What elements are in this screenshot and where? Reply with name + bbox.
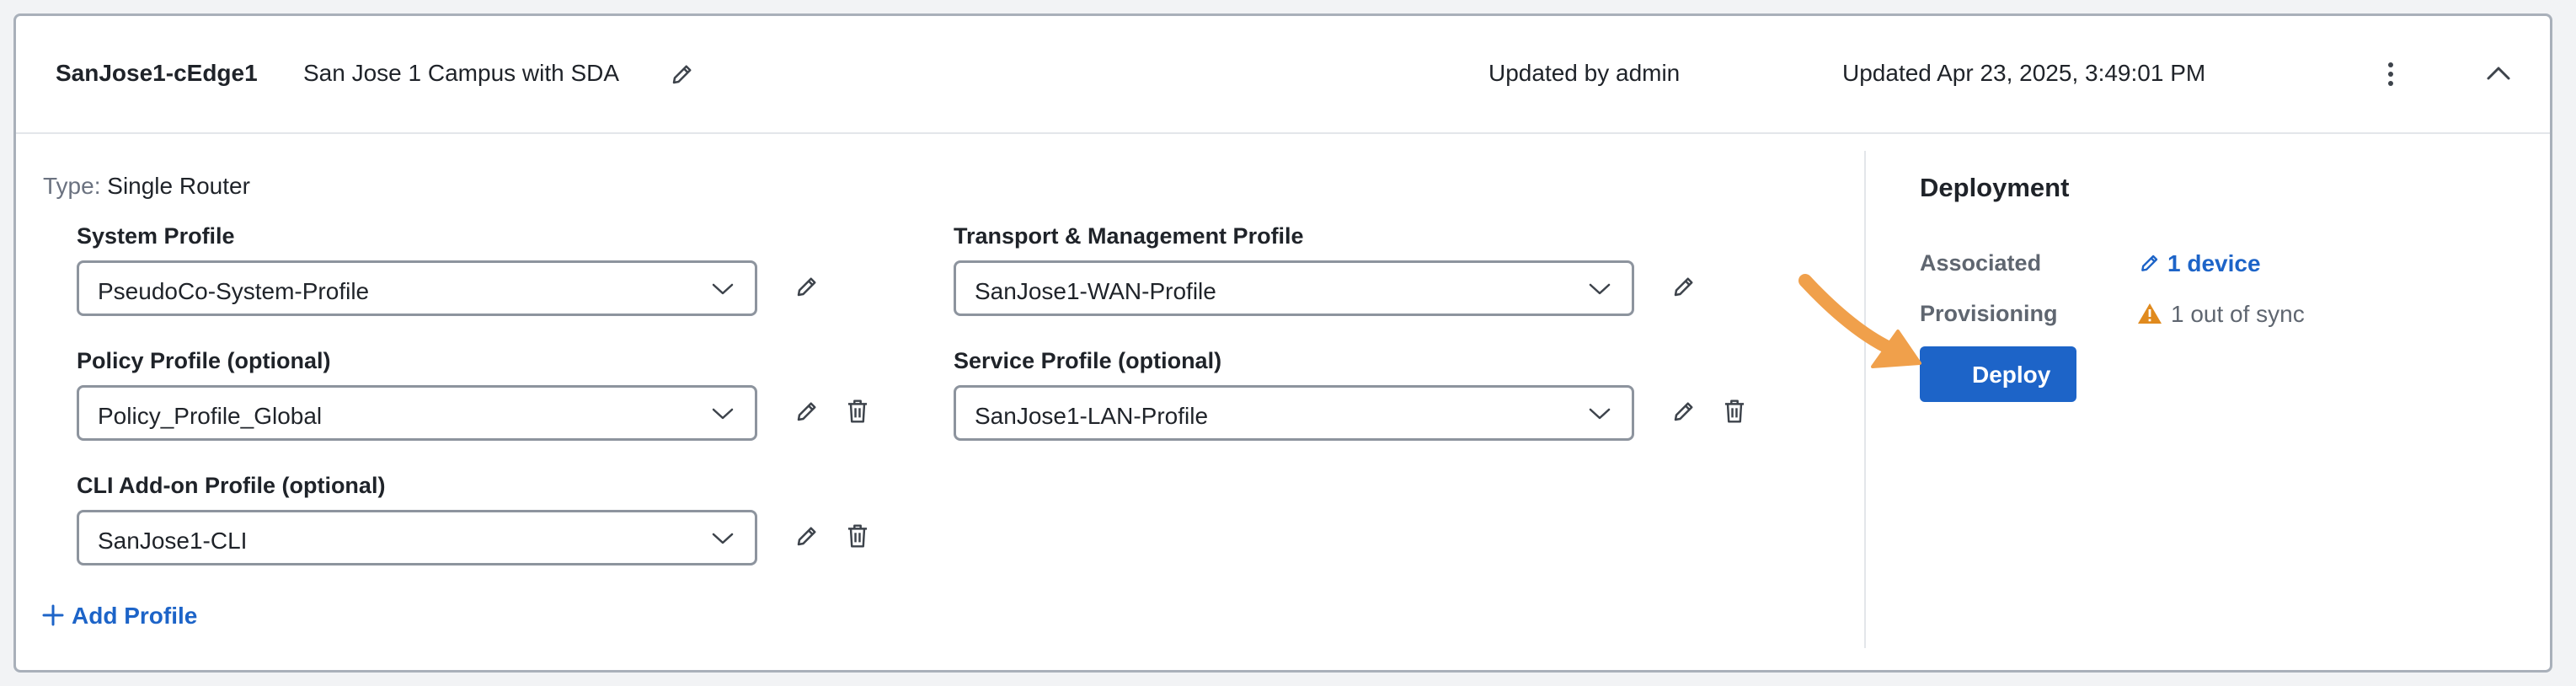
deploy-button[interactable]: Deploy	[1920, 346, 2076, 402]
updated-by-text: Updated by admin	[1488, 60, 1681, 86]
associated-value: 1 device	[2167, 250, 2261, 276]
pencil-icon[interactable]	[1671, 399, 1697, 424]
provisioning-label: Provisioning	[1920, 301, 2058, 326]
transport-profile-select[interactable]: SanJose1-WAN-Profile	[954, 260, 1634, 316]
system-profile-select[interactable]: PseudoCo-System-Profile	[77, 260, 757, 316]
type-value: Single Router	[107, 173, 250, 199]
provisioning-status: 1 out of sync	[2137, 301, 2305, 328]
cli-profile-label: CLI Add-on Profile (optional)	[77, 473, 386, 498]
system-profile-value: PseudoCo-System-Profile	[98, 278, 370, 304]
policy-profile-select[interactable]: Policy_Profile_Global	[77, 385, 757, 441]
cli-profile-select[interactable]: SanJose1-CLI	[77, 510, 757, 565]
pencil-icon[interactable]	[794, 523, 820, 549]
transport-profile-value: SanJose1-WAN-Profile	[975, 278, 1216, 304]
chevron-down-icon	[1589, 408, 1611, 420]
plus-icon	[42, 604, 64, 626]
transport-profile-label: Transport & Management Profile	[954, 223, 1304, 249]
card-header: SanJose1-cEdge1 San Jose 1 Campus with S…	[16, 16, 2550, 134]
annotation-arrow-icon	[1798, 274, 1921, 368]
device-name: SanJose1-cEdge1	[56, 60, 258, 86]
chevron-up-icon[interactable]	[2484, 63, 2513, 83]
associated-devices-link[interactable]: 1 device	[2139, 250, 2261, 277]
add-profile-button[interactable]: Add Profile	[41, 603, 197, 630]
associated-label: Associated	[1920, 250, 2042, 276]
warning-icon	[2138, 303, 2162, 324]
service-profile-select[interactable]: SanJose1-LAN-Profile	[954, 385, 1634, 441]
chevron-down-icon	[712, 533, 734, 544]
pencil-icon[interactable]	[670, 62, 695, 87]
trash-icon[interactable]	[845, 398, 870, 425]
deploy-button-label: Deploy	[1972, 362, 2051, 388]
pencil-icon	[2141, 255, 2158, 271]
kebab-menu-icon[interactable]	[2381, 60, 2400, 88]
service-profile-label: Service Profile (optional)	[954, 348, 1222, 373]
type-label: Type:	[43, 173, 101, 199]
chevron-down-icon	[712, 408, 734, 420]
service-profile-value: SanJose1-LAN-Profile	[975, 403, 1209, 429]
trash-icon[interactable]	[845, 523, 870, 549]
panel-divider	[1864, 151, 1866, 648]
device-type: Type: Single Router	[43, 173, 250, 200]
cli-profile-value: SanJose1-CLI	[98, 528, 248, 554]
trash-icon[interactable]	[1722, 398, 1747, 425]
pencil-icon[interactable]	[1671, 274, 1697, 299]
configuration-group-card: SanJose1-cEdge1 San Jose 1 Campus with S…	[13, 13, 2552, 673]
pencil-icon[interactable]	[794, 399, 820, 424]
chevron-down-icon	[1589, 283, 1611, 295]
chevron-down-icon	[712, 283, 734, 295]
add-profile-label: Add Profile	[72, 603, 198, 629]
deployment-title: Deployment	[1920, 173, 2070, 202]
device-description: San Jose 1 Campus with SDA	[303, 60, 620, 86]
provisioning-value: 1 out of sync	[2171, 301, 2305, 327]
updated-at-text: Updated Apr 23, 2025, 3:49:01 PM	[1842, 60, 2206, 86]
pencil-icon[interactable]	[794, 274, 820, 299]
policy-profile-label: Policy Profile (optional)	[77, 348, 331, 373]
system-profile-label: System Profile	[77, 223, 235, 249]
policy-profile-value: Policy_Profile_Global	[98, 403, 323, 429]
